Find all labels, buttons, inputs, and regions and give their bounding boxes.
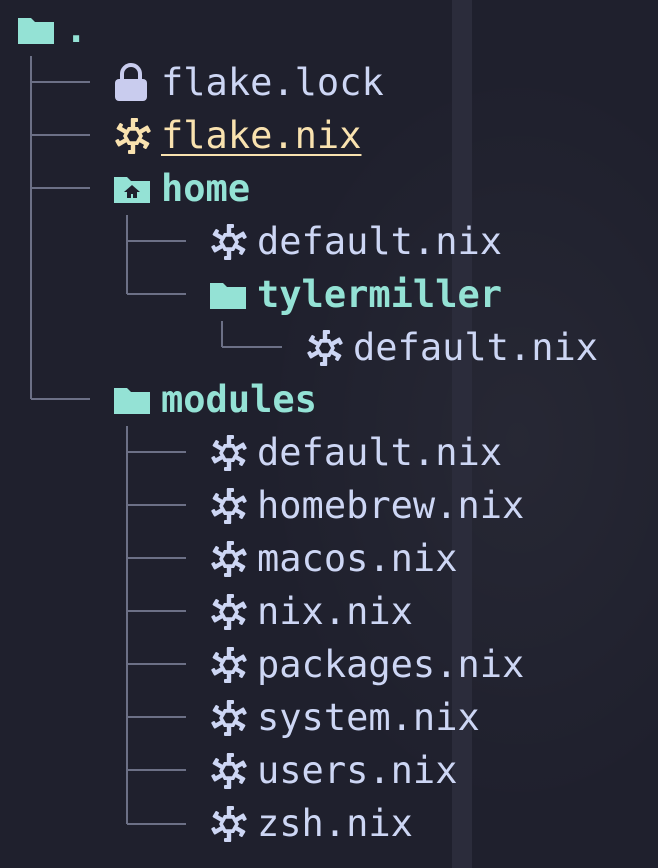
nix-snowflake-icon: [209, 797, 249, 850]
file-label: homebrew.nix: [257, 484, 525, 527]
tree-item-modules[interactable]: modules: [113, 373, 317, 426]
nix-snowflake-icon: [209, 215, 249, 268]
folder-icon: [17, 3, 57, 56]
file-label: default.nix: [257, 431, 503, 474]
tree-item-packages-nix[interactable]: packages.nix: [209, 638, 524, 691]
nix-snowflake-icon: [209, 691, 249, 744]
nix-snowflake-icon: [209, 479, 249, 532]
tree-root[interactable]: .: [17, 3, 87, 56]
tree-item-flake-nix[interactable]: flake.nix: [113, 109, 361, 162]
file-label: nix.nix: [257, 590, 413, 633]
tree-item-system-nix[interactable]: system.nix: [209, 691, 480, 744]
nix-snowflake-icon: [209, 585, 249, 638]
root-label: .: [65, 8, 88, 51]
tree-item-users-nix[interactable]: users.nix: [209, 744, 457, 797]
tree-item-homebrew-nix[interactable]: homebrew.nix: [209, 479, 524, 532]
tree-item-zsh-nix[interactable]: zsh.nix: [209, 797, 413, 850]
file-label: zsh.nix: [257, 802, 413, 845]
directory-label: home: [161, 167, 251, 210]
terminal-window: . flake.lock flake.nix home default.nix …: [0, 0, 658, 868]
tree-item-flake-lock[interactable]: flake.lock: [113, 56, 384, 109]
file-label: macos.nix: [257, 537, 458, 580]
tree-item-nix-nix[interactable]: nix.nix: [209, 585, 413, 638]
tree-item-tylermiller-default-nix[interactable]: default.nix: [305, 321, 598, 374]
file-label: users.nix: [257, 749, 458, 792]
nix-snowflake-icon: [209, 426, 249, 479]
tree-item-home[interactable]: home: [113, 162, 250, 215]
file-label: system.nix: [257, 696, 480, 739]
nix-snowflake-icon: [113, 109, 153, 162]
tree-item-macos-nix[interactable]: macos.nix: [209, 532, 457, 585]
tree-item-home-default-nix[interactable]: default.nix: [209, 215, 502, 268]
lock-icon: [113, 56, 153, 109]
tree-item-tylermiller[interactable]: tylermiller: [209, 268, 502, 321]
folder-icon: [209, 268, 249, 321]
nix-snowflake-icon: [305, 321, 345, 374]
nix-snowflake-icon: [209, 532, 249, 585]
file-label: default.nix: [353, 326, 599, 369]
nix-snowflake-icon: [209, 638, 249, 691]
folder-icon: [113, 373, 153, 426]
nix-snowflake-icon: [209, 744, 249, 797]
file-label: packages.nix: [257, 643, 525, 686]
directory-label: modules: [161, 378, 317, 421]
file-label: default.nix: [257, 220, 503, 263]
home-folder-icon: [113, 162, 153, 215]
active-file-label: flake.nix: [161, 114, 362, 157]
directory-label: tylermiller: [257, 273, 503, 316]
file-label: flake.lock: [161, 61, 384, 104]
tree-item-modules-default-nix[interactable]: default.nix: [209, 426, 502, 479]
